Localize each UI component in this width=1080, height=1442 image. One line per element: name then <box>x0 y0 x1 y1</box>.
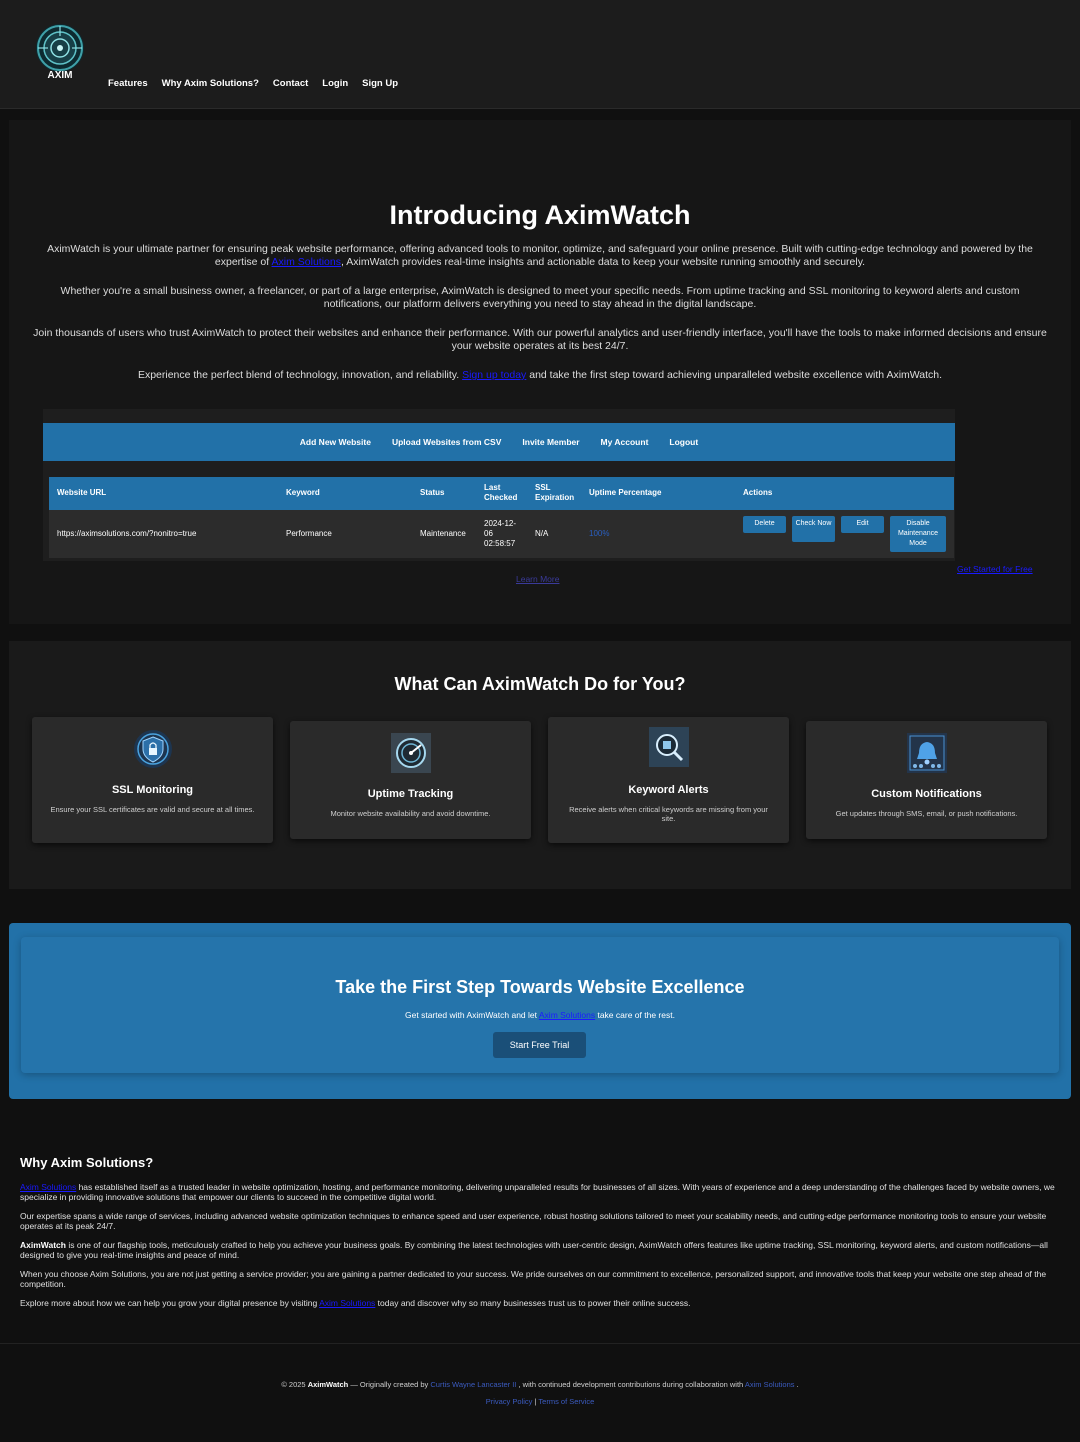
footer-axim-link[interactable]: Axim Solutions <box>745 1380 795 1389</box>
nav-why-axim[interactable]: Why Axim Solutions? <box>162 78 259 89</box>
cell-last-checked: 2024-12-06 02:58:57 <box>484 519 517 548</box>
col-status: Status <box>420 488 445 497</box>
table-header: Website URL Keyword Status Last Checked … <box>49 477 954 510</box>
feature-title-notifications: Custom Notifications <box>871 788 982 800</box>
feature-title-uptime: Uptime Tracking <box>367 788 454 800</box>
bell-icon <box>907 733 947 773</box>
menu-upload-csv: Upload Websites from CSV <box>391 437 502 447</box>
feature-title-keyword: Keyword Alerts <box>628 784 709 796</box>
hero-title: Introducing AximWatch <box>389 200 691 230</box>
footer-divider <box>0 1343 1080 1344</box>
col-keyword: Keyword <box>286 488 320 497</box>
hero-paragraph-2: Whether you're a small business owner, a… <box>60 285 1020 310</box>
cta-text: Get started with AximWatch and let Axim … <box>405 1010 675 1020</box>
feature-desc-ssl: Ensure your SSL certificates are valid a… <box>50 805 255 814</box>
footer-legal-links: Privacy Policy | Terms of Service <box>485 1397 595 1406</box>
cta-axim-link[interactable]: Axim Solutions <box>539 1010 595 1020</box>
creator-link[interactable]: Curtis Wayne Lancaster II <box>430 1380 516 1389</box>
col-website-url: Website URL <box>57 488 107 497</box>
start-free-trial-button[interactable]: Start Free Trial <box>493 1032 586 1058</box>
terms-of-service-link[interactable]: Terms of Service <box>538 1397 594 1406</box>
menu-my-account: My Account <box>600 437 649 447</box>
about-axim-link-2[interactable]: Axim Solutions <box>319 1298 375 1308</box>
menu-logout: Logout <box>669 437 699 447</box>
cell-uptime: 100% <box>589 529 610 538</box>
feature-card-notifications: Custom Notifications Get updates through… <box>806 721 1047 839</box>
dashboard-preview-image: Add New Website Upload Websites from CSV… <box>43 409 955 561</box>
logo-text: AXIM <box>48 70 73 81</box>
edit-button: Edit <box>841 516 884 533</box>
feature-card-keyword: Keyword Alerts Receive alerts when criti… <box>548 717 789 843</box>
cell-ssl: N/A <box>535 529 549 538</box>
cell-keyword: Performance <box>286 529 332 538</box>
cell-status: Maintenance <box>420 529 466 538</box>
axim-solutions-link[interactable]: Axim Solutions <box>272 256 341 268</box>
about-paragraph-1: Axim Solutions has established itself as… <box>20 1182 1055 1202</box>
col-ssl-expiration: SSL Expiration <box>535 483 575 502</box>
about-axim-link[interactable]: Axim Solutions <box>20 1182 76 1192</box>
features-title: What Can AximWatch Do for You? <box>394 674 686 694</box>
about-paragraph-3: AximWatch is one of our flagship tools, … <box>20 1240 1048 1260</box>
feature-desc-notifications: Get updates through SMS, email, or push … <box>835 809 1018 818</box>
axim-logo[interactable]: AXIM <box>32 22 88 82</box>
hero-paragraph-1: AximWatch is your ultimate partner for e… <box>47 243 1033 268</box>
cta-title: Take the First Step Towards Website Exce… <box>335 977 745 997</box>
footer-credits: © 2025 AximWatch — Originally created by… <box>281 1380 799 1389</box>
disable-maintenance-button: Disable Maintenance Mode <box>890 516 946 552</box>
magnifier-alert-icon <box>649 727 689 767</box>
gauge-icon <box>391 733 431 773</box>
menu-invite-member: Invite Member <box>522 437 580 447</box>
about-section: Why Axim Solutions? Axim Solutions has e… <box>20 1155 1060 1317</box>
privacy-policy-link[interactable]: Privacy Policy <box>486 1397 533 1406</box>
feature-desc-keyword: Receive alerts when critical keywords ar… <box>569 805 768 823</box>
site-header: AXIM Features Why Axim Solutions? Contac… <box>0 0 1080 109</box>
learn-more-link[interactable]: Learn More <box>516 574 559 584</box>
col-actions: Actions <box>743 488 773 497</box>
col-uptime: Uptime Percentage <box>589 488 662 497</box>
cell-url: https://aximsolutions.com/?nonitro=true <box>57 529 197 538</box>
dashboard-menu-bar: Add New Website Upload Websites from CSV… <box>43 423 955 461</box>
feature-card-uptime: Uptime Tracking Monitor website availabi… <box>290 721 531 839</box>
feature-title-ssl: SSL Monitoring <box>111 784 194 796</box>
nav-features[interactable]: Features <box>108 78 148 89</box>
delete-button: Delete <box>743 516 786 533</box>
about-paragraph-5: Explore more about how we can help you g… <box>20 1298 691 1308</box>
main-nav: Features Why Axim Solutions? Contact Log… <box>108 78 398 89</box>
nav-contact[interactable]: Contact <box>273 78 308 89</box>
menu-add-website: Add New Website <box>299 437 371 447</box>
about-paragraph-2: Our expertise spans a wide range of serv… <box>20 1211 1047 1231</box>
features-section: What Can AximWatch Do for You? SSL Monit… <box>9 641 1071 889</box>
table-row: https://aximsolutions.com/?nonitro=true … <box>49 510 954 558</box>
site-footer: © 2025 AximWatch — Originally created by… <box>0 1380 1080 1406</box>
nav-signup[interactable]: Sign Up <box>362 78 398 89</box>
feature-desc-uptime: Monitor website availability and avoid d… <box>330 809 491 818</box>
sign-up-today-link[interactable]: Sign up today <box>462 369 526 381</box>
get-started-free-link[interactable]: Get Started for Free <box>957 564 1033 574</box>
cta-section: Take the First Step Towards Website Exce… <box>9 923 1071 1099</box>
websites-table: Website URL Keyword Status Last Checked … <box>49 477 954 559</box>
hero-paragraph-3: Join thousands of users who trust AximWa… <box>33 327 1047 352</box>
check-now-button: Check Now <box>792 516 835 542</box>
col-last-checked: Last Checked <box>484 483 518 502</box>
feature-card-ssl: SSL Monitoring Ensure your SSL certifica… <box>32 717 273 843</box>
nav-login[interactable]: Login <box>322 78 348 89</box>
shield-lock-icon <box>133 729 173 769</box>
hero-paragraph-4: Experience the perfect blend of technolo… <box>137 369 943 381</box>
about-title: Why Axim Solutions? <box>20 1155 154 1170</box>
about-paragraph-4: When you choose Axim Solutions, you are … <box>20 1269 1047 1289</box>
